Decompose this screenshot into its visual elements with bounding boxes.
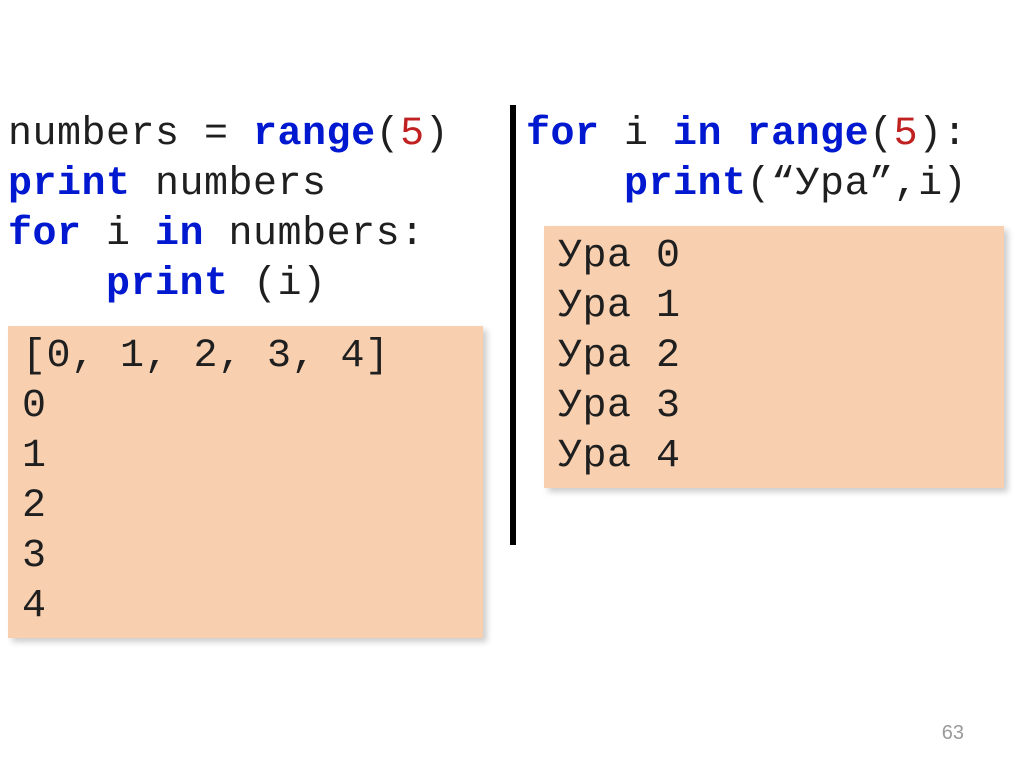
- output-text: Ура 0 Ура 1 Ура 2 Ура 3 Ура 4: [558, 234, 681, 479]
- left-output-box: [0, 1, 2, 3, 4] 0 1 2 3 4: [8, 326, 483, 638]
- code-indent: [526, 162, 624, 207]
- code-text: ): [425, 112, 450, 157]
- code-indent: [8, 262, 106, 307]
- keyword-for: for: [526, 112, 600, 157]
- keyword-in: in: [673, 112, 722, 157]
- code-text: i: [600, 112, 674, 157]
- keyword-print: print: [624, 162, 747, 207]
- right-column: for i in range(5): print(“Ура”,i) Ура 0 …: [512, 110, 1024, 638]
- code-text: numbers =: [8, 112, 253, 157]
- code-text: (: [376, 112, 401, 157]
- slide-page: numbers = range(5) print numbers for i i…: [0, 0, 1024, 767]
- code-text: (i): [229, 262, 327, 307]
- code-text: numbers:: [204, 212, 425, 257]
- keyword-for: for: [8, 212, 82, 257]
- keyword-print: print: [8, 162, 131, 207]
- keyword-range: range: [747, 112, 870, 157]
- code-text: (: [869, 112, 894, 157]
- vertical-divider: [510, 105, 516, 545]
- page-number: 63: [942, 722, 964, 745]
- code-text: numbers: [131, 162, 327, 207]
- right-output-box: Ура 0 Ура 1 Ура 2 Ура 3 Ура 4: [544, 226, 1004, 488]
- number-literal: 5: [400, 112, 425, 157]
- keyword-in: in: [155, 212, 204, 257]
- code-text: [722, 112, 747, 157]
- right-code-block: for i in range(5): print(“Ура”,i): [526, 110, 1012, 220]
- number-literal: 5: [894, 112, 919, 157]
- keyword-range: range: [253, 112, 376, 157]
- code-text: ):: [918, 112, 967, 157]
- output-text: [0, 1, 2, 3, 4] 0 1 2 3 4: [22, 334, 390, 629]
- left-code-block: numbers = range(5) print numbers for i i…: [8, 110, 500, 320]
- code-text: i: [82, 212, 156, 257]
- left-column: numbers = range(5) print numbers for i i…: [0, 110, 512, 638]
- code-text: (“Ура”,i): [747, 162, 968, 207]
- keyword-print: print: [106, 262, 229, 307]
